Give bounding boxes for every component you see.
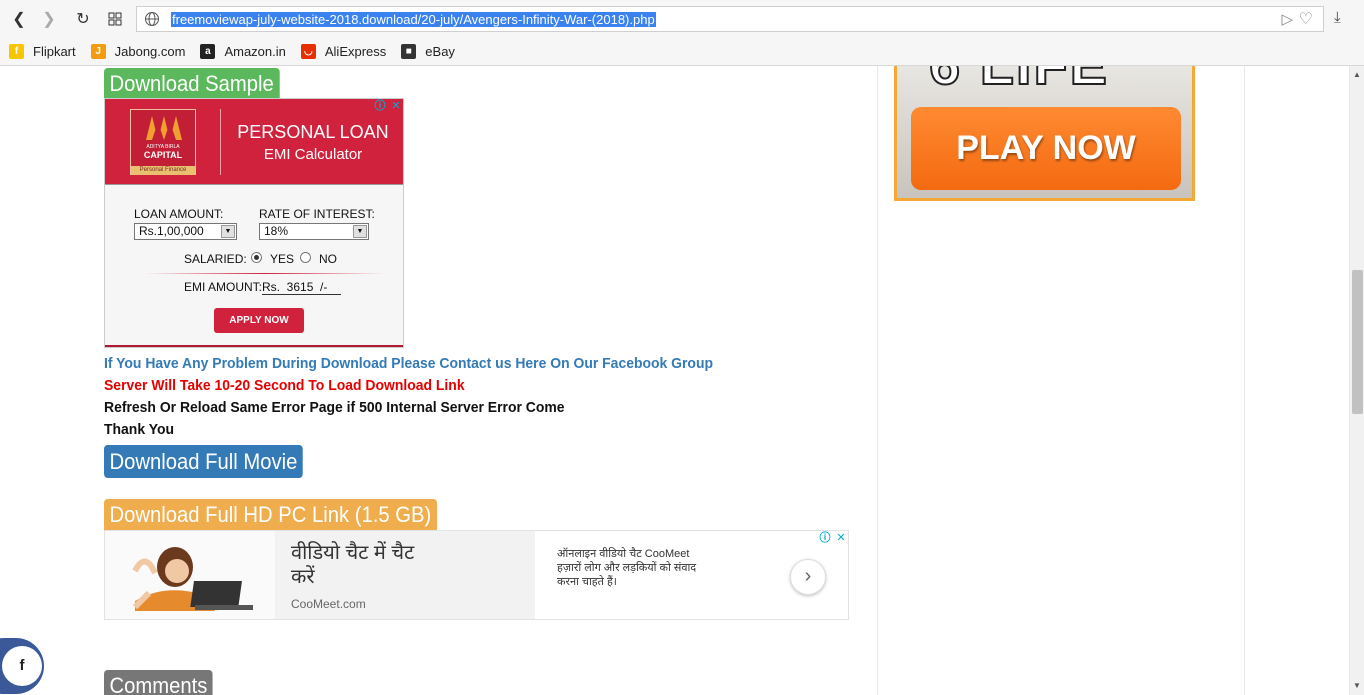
rate-select[interactable]: 18% ▼: [259, 223, 369, 240]
download-icon[interactable]: ⤓: [1334, 9, 1341, 26]
forward-icon[interactable]: ❯: [38, 8, 60, 30]
bookmark-label: Flipkart: [33, 43, 76, 59]
yes-label: YES: [270, 252, 295, 266]
loan-amount-value: Rs.1,00,000: [139, 224, 204, 238]
sun-logo-icon: [146, 116, 182, 140]
ad-headline-panel: वीडियो चैट में चैट करें CooMeet.com: [275, 531, 535, 619]
download-full-movie-button[interactable]: Download Full Movie: [104, 445, 303, 478]
scrollbar[interactable]: ▲ ▼: [1349, 66, 1364, 695]
rate-label: RATE OF INTEREST:: [259, 207, 375, 221]
thank-you-text: Thank You: [104, 421, 175, 438]
download-sample-button[interactable]: Download Sample: [104, 68, 280, 100]
loan-ad-header: ADITYA BIRLA CAPITAL Personal Finance PE…: [105, 99, 403, 184]
reload-icon[interactable]: ↻: [72, 8, 94, 30]
rate-value: 18%: [264, 224, 289, 238]
divider: [145, 273, 385, 274]
globe-icon: [144, 11, 160, 27]
ad-body: ऑनलाइन वीडियो चैट CooMeet हज़ारों लोग और…: [557, 548, 697, 588]
comments-button[interactable]: Comments: [104, 670, 213, 695]
emi-value: Rs. 3615 /-: [262, 280, 341, 295]
no-label: NO: [319, 252, 337, 266]
scroll-thumb[interactable]: [1352, 270, 1363, 414]
bookmark-aliexpress[interactable]: ◡ AliExpress: [300, 43, 387, 59]
ad-image: [105, 531, 275, 619]
ad-headline: वीडियो चैट में चैट करें: [291, 542, 415, 588]
ad-close-icon[interactable]: ✕: [389, 99, 403, 113]
salaried-label: SALARIED:: [184, 252, 247, 266]
ebay-icon: ■: [401, 43, 417, 59]
facebook-share-button[interactable]: f: [0, 638, 44, 694]
tabs-grid-icon[interactable]: [104, 8, 126, 30]
aditya-birla-logo: ADITYA BIRLA CAPITAL Personal Finance: [130, 109, 196, 175]
ad-top-text: 6 LIFE: [928, 66, 1109, 97]
bookmark-label: Amazon.in: [224, 43, 286, 59]
bookmarks-bar: f Flipkart J Jabong.com a Amazon.in ◡ AliExpres…: [0, 40, 461, 62]
aliexpress-icon: ◡: [300, 43, 316, 59]
divider: [877, 66, 878, 695]
url-text[interactable]: freemoviewap-july-website-2018.download/…: [171, 12, 656, 27]
ad-info-icon[interactable]: ⓘ: [373, 99, 387, 113]
girl-laptop-image: [132, 547, 253, 611]
salaried-no-radio[interactable]: [300, 252, 311, 263]
refresh-message: Refresh Or Reload Same Error Page if 500…: [104, 399, 565, 416]
scroll-down-icon[interactable]: ▼: [1353, 681, 1361, 690]
bookmark-flipkart[interactable]: f Flipkart: [9, 43, 76, 59]
bookmark-ebay[interactable]: ■ eBay: [401, 43, 455, 59]
game-ad[interactable]: 6 LIFE PLAY NOW: [894, 66, 1195, 201]
chevron-right-icon[interactable]: ›: [790, 559, 826, 595]
browser-toolbar: ❮ ❯ ↻ freemoviewap-july-website-2018.dow…: [0, 0, 1364, 66]
coomeet-ad[interactable]: वीडियो चैट में चैट करें CooMeet.com ऑनला…: [104, 530, 849, 620]
server-message: Server Will Take 10-20 Second To Load Do…: [104, 377, 465, 394]
ad-domain: CooMeet.com: [291, 597, 366, 611]
bookmark-label: AliExpress: [324, 43, 387, 59]
play-now-button[interactable]: PLAY NOW: [911, 107, 1181, 190]
brand-line2: CAPITAL: [143, 150, 183, 160]
divider: [105, 345, 403, 347]
apply-now-button[interactable]: APPLY NOW: [214, 308, 304, 333]
chevron-down-icon[interactable]: ▼: [353, 225, 367, 238]
loan-calculator: LOAN AMOUNT: Rs.1,00,000 ▼ RATE OF INTER…: [105, 184, 403, 347]
ad-close-icon[interactable]: ✕: [834, 531, 848, 545]
heart-icon[interactable]: ♡: [1299, 9, 1313, 29]
bookmark-amazon-in[interactable]: a Amazon.in: [200, 43, 286, 59]
bookmark-label: Jabong.com: [114, 43, 186, 59]
separator: [220, 109, 221, 175]
brand-line3: Personal Finance: [131, 166, 195, 175]
loan-ad[interactable]: ADITYA BIRLA CAPITAL Personal Finance PE…: [104, 98, 404, 348]
amazon-icon: a: [200, 43, 216, 59]
divider: [1244, 66, 1245, 695]
loan-amount-label: LOAN AMOUNT:: [134, 207, 224, 221]
flipkart-icon: f: [9, 43, 24, 59]
bookmark-label: eBay: [425, 43, 455, 59]
salaried-yes-radio[interactable]: [251, 252, 262, 263]
page-content: Download Sample ADITYA BIRLA CAPITAL Per…: [0, 66, 1349, 695]
scroll-up-icon[interactable]: ▲: [1353, 70, 1361, 79]
send-icon[interactable]: ▷: [1281, 10, 1293, 28]
download-hd-button[interactable]: Download Full HD PC Link (1.5 GB): [104, 499, 437, 531]
ad-info-icon[interactable]: ⓘ: [818, 531, 832, 545]
loan-amount-select[interactable]: Rs.1,00,000 ▼: [134, 223, 237, 240]
address-bar[interactable]: freemoviewap-july-website-2018.download/…: [136, 6, 1324, 32]
loan-subtitle: EMI Calculator: [263, 146, 363, 163]
facebook-icon: f: [2, 646, 42, 686]
bookmark-jabong-com[interactable]: J Jabong.com: [90, 43, 186, 59]
chevron-down-icon[interactable]: ▼: [221, 225, 235, 238]
loan-title: PERSONAL LOAN: [237, 122, 389, 142]
emi-label: EMI AMOUNT:: [184, 280, 263, 294]
back-icon[interactable]: ❮: [8, 8, 30, 30]
contact-message[interactable]: If You Have Any Problem During Download …: [104, 355, 713, 372]
jabong-icon: J: [90, 43, 106, 59]
